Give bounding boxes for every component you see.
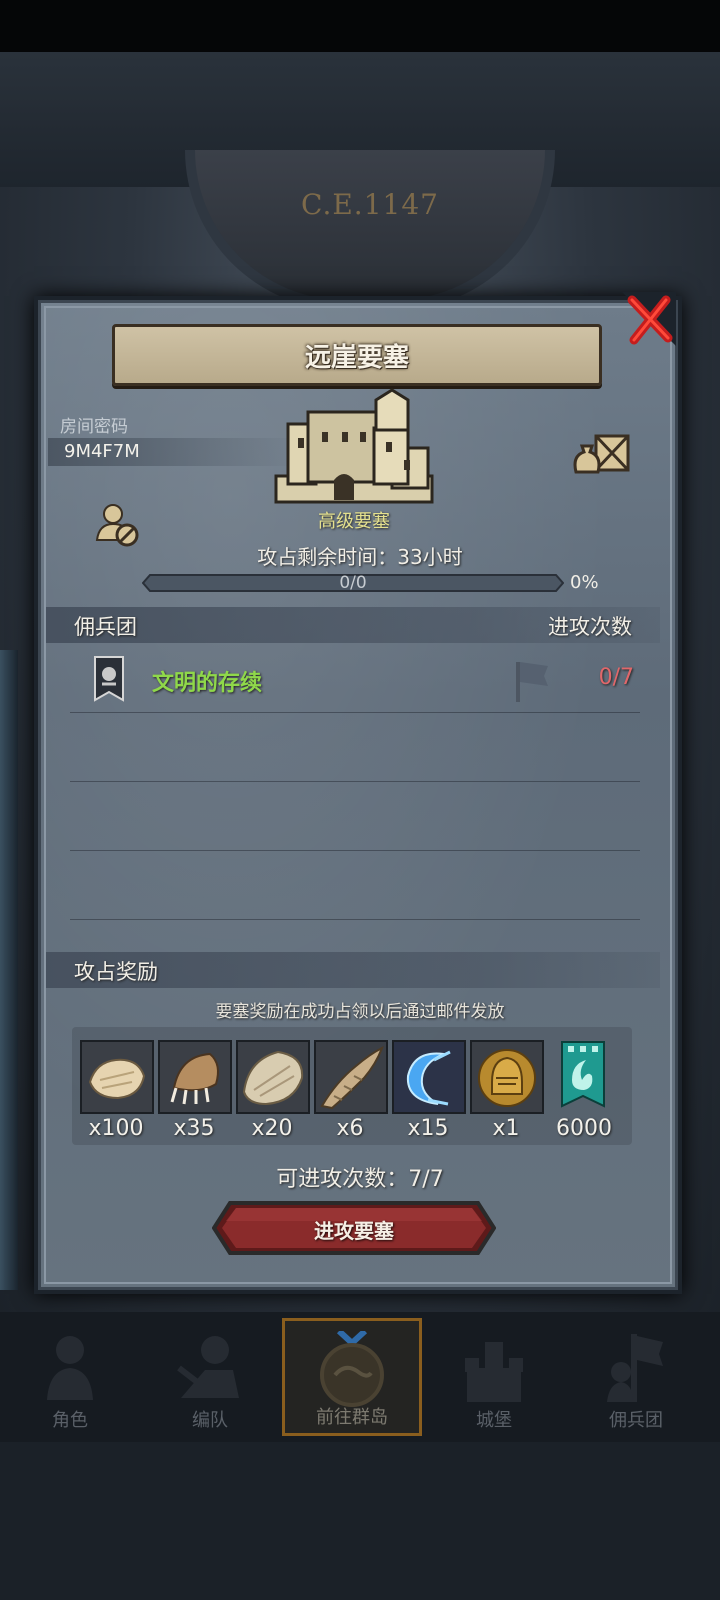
castle-nav-icon [465,1342,523,1402]
horn-icon [316,1042,386,1112]
reward-item[interactable]: x6 [314,1040,388,1141]
rewards-header: 攻占奖励 [74,960,158,984]
nav-label: 编队 [192,1410,228,1431]
reward-item[interactable]: x20 [236,1040,310,1141]
helmet-icon [472,1042,542,1112]
reward-item[interactable]: 6000 [548,1040,620,1141]
list-divider [70,712,640,713]
list-divider [70,919,640,920]
fortress-grade: 高级要塞 [318,511,390,532]
reward-item[interactable]: x1 [470,1040,544,1141]
era-label: C.E.1147 [301,188,439,221]
progress-value: 0/0 [339,573,367,593]
formation-icon [177,1336,239,1398]
nav-label: 前往群岛 [316,1407,388,1428]
bottom-band [0,1442,720,1600]
list-divider [70,850,640,851]
progress-percent: 0% [570,572,599,593]
nav-item-formation[interactable]: 编队 [140,1318,280,1436]
list-item[interactable]: 文明的存续 0/7 [70,652,640,712]
nav-label: 角色 [52,1410,88,1431]
guild-banner-icon [94,656,124,702]
flag-icon [516,662,548,702]
reward-item[interactable]: x15 [392,1040,466,1141]
attack-fortress-label[interactable]: 进攻要塞 [212,1215,496,1244]
fur-icon [82,1042,152,1112]
reward-qty: 6000 [556,1116,612,1141]
attack-count-header: 进攻次数 [548,615,632,639]
close-icon[interactable] [622,292,676,346]
mercenary-header: 佣兵团 [74,615,137,639]
nav-item-character[interactable]: 角色 [0,1318,140,1436]
banner-icon [561,1041,605,1108]
mercenary-attack-count: 0/7 [598,665,634,690]
room-code: 9M4F7M [64,441,140,462]
knight-icon [47,1336,93,1400]
mercenary-name: 文明的存续 [152,671,263,696]
supplies-icon[interactable] [572,430,632,476]
nav-item-archipelago[interactable]: 前往群岛 [282,1318,422,1436]
attempts-remaining: 可进攻次数：7/7 [276,1167,444,1192]
claw-icon [160,1042,230,1112]
nav-label: 城堡 [476,1410,512,1431]
list-divider [70,781,640,782]
background-side-edge [0,650,18,1290]
room-code-label: 房间密码 [60,417,128,437]
time-remaining: 攻占剩余时间：33小时 [257,545,463,569]
dialog-title: 远崖要塞 [304,343,409,373]
nav-item-mercenary[interactable]: 佣兵团 [566,1318,706,1436]
rewards-note: 要塞奖励在成功占领以后通过邮件发放 [215,1002,505,1022]
status-bar [0,0,720,52]
castle-icon [274,388,434,504]
compass-map-icon [320,1328,384,1407]
title-plaque: 远崖要塞 [112,324,602,386]
reward-item[interactable]: x35 [158,1040,232,1141]
hide-icon [238,1042,308,1112]
nav-label: 佣兵团 [609,1410,663,1431]
mercenary-nav-icon [607,1334,663,1402]
nav-item-castle[interactable]: 城堡 [424,1318,564,1436]
crescent-icon [394,1042,464,1112]
reward-item[interactable]: x100 [80,1040,154,1141]
